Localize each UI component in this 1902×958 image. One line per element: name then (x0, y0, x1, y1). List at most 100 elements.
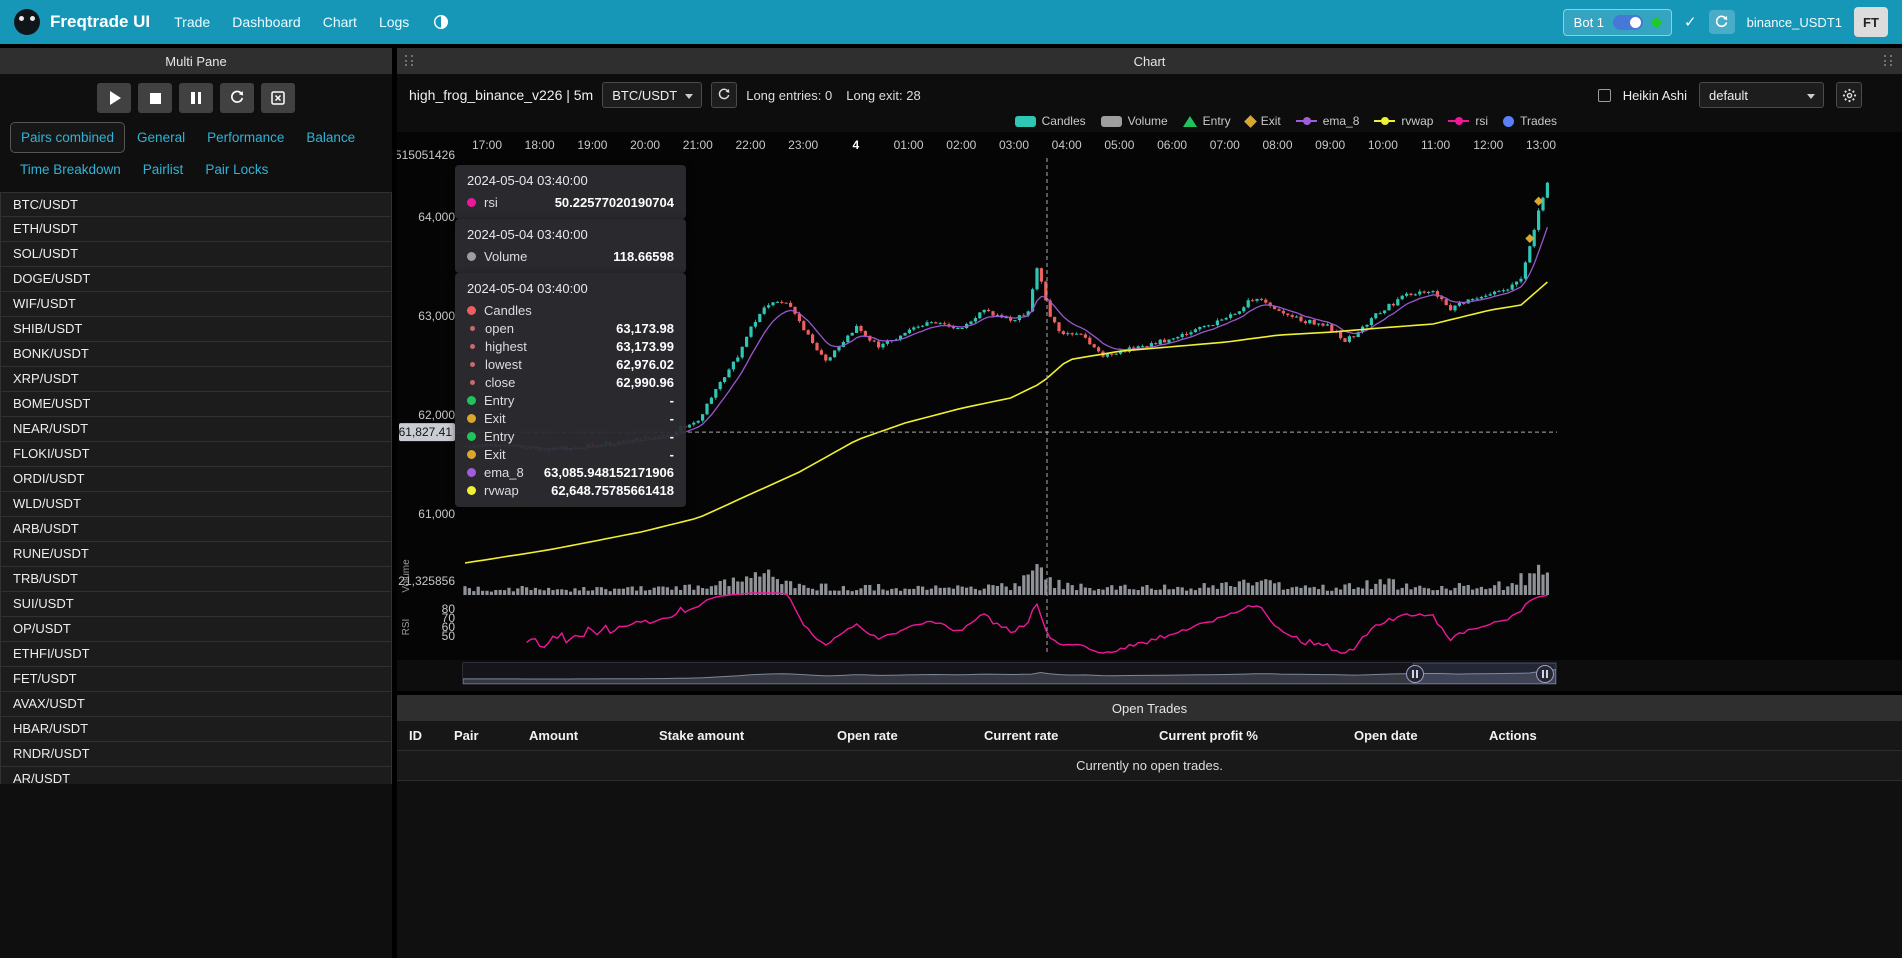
tab-general[interactable]: General (127, 123, 195, 152)
nav-link-dashboard[interactable]: Dashboard (232, 14, 301, 30)
tab-performance[interactable]: Performance (197, 123, 294, 152)
plot-settings-button[interactable] (1836, 82, 1862, 108)
avatar[interactable]: FT (1854, 7, 1888, 37)
svg-text:18:00: 18:00 (525, 138, 555, 152)
pair-row-op-usdt[interactable]: OP/USDT (0, 617, 392, 642)
check-icon[interactable]: ✓ (1684, 13, 1697, 31)
tab-pairs-combined[interactable]: Pairs combined (10, 122, 125, 153)
column-pair: Pair (454, 728, 529, 743)
pair-row-bome-usdt[interactable]: BOME/USDT (0, 392, 392, 417)
stop-button[interactable] (138, 83, 172, 113)
pair-row-rune-usdt[interactable]: RUNE/USDT (0, 542, 392, 567)
svg-text:03:00: 03:00 (999, 138, 1029, 152)
chart-canvas[interactable]: 17:0018:0019:0020:0021:0022:0023:00401:0… (397, 132, 1902, 660)
tab-time-breakdown[interactable]: Time Breakdown (10, 155, 131, 184)
nav-link-trade[interactable]: Trade (174, 14, 210, 30)
reload-icon (229, 90, 245, 106)
column-actions: Actions (1489, 728, 1902, 743)
svg-text:01:00: 01:00 (894, 138, 924, 152)
svg-text:21:00: 21:00 (683, 138, 713, 152)
legend-exit[interactable]: Exit (1246, 114, 1281, 128)
theme-toggle-icon[interactable] (433, 14, 449, 30)
chart-refresh-button[interactable] (711, 82, 737, 108)
svg-text:61,000: 61,000 (418, 507, 455, 521)
svg-text:13:00: 13:00 (1526, 138, 1556, 152)
legend-volume[interactable]: Volume (1101, 114, 1168, 128)
trades-swatch-icon (1503, 116, 1514, 127)
pair-row-shib-usdt[interactable]: SHIB/USDT (0, 317, 392, 342)
pair-row-floki-usdt[interactable]: FLOKI/USDT (0, 442, 392, 467)
nav-link-chart[interactable]: Chart (323, 14, 357, 30)
bot-toggle[interactable] (1613, 15, 1643, 30)
legend-trades[interactable]: Trades (1503, 114, 1557, 128)
pair-row-hbar-usdt[interactable]: HBAR/USDT (0, 717, 392, 742)
legend-label: Volume (1128, 114, 1168, 128)
pair-row-trb-usdt[interactable]: TRB/USDT (0, 567, 392, 592)
pair-row-fet-usdt[interactable]: FET/USDT (0, 667, 392, 692)
reload-button[interactable] (220, 83, 254, 113)
bot-selector[interactable]: Bot 1 (1563, 9, 1672, 36)
grip-icon[interactable] (405, 55, 415, 67)
pause-icon (191, 92, 201, 104)
ema-8-swatch-icon (1296, 120, 1317, 123)
datazoom-right-handle[interactable] (1536, 665, 1554, 683)
clear-trades-button[interactable] (261, 83, 295, 113)
pair-select[interactable]: BTC/USDT (602, 82, 702, 108)
pair-row-avax-usdt[interactable]: AVAX/USDT (0, 692, 392, 717)
legend-entry[interactable]: Entry (1183, 114, 1231, 128)
pair-row-eth-usdt[interactable]: ETH/USDT (0, 217, 392, 242)
pair-row-bonk-usdt[interactable]: BONK/USDT (0, 342, 392, 367)
pair-row-arb-usdt[interactable]: ARB/USDT (0, 517, 392, 542)
tab-pair-locks[interactable]: Pair Locks (195, 155, 278, 184)
tab-balance[interactable]: Balance (296, 123, 365, 152)
legend-candles[interactable]: Candles (1015, 114, 1086, 128)
legend-rsi[interactable]: rsi (1448, 114, 1488, 128)
svg-text:05:00: 05:00 (1104, 138, 1134, 152)
chart-title: Chart (1134, 54, 1166, 69)
open-trades-panel: Open Trades IDPairAmountStake amountOpen… (397, 695, 1902, 958)
plot-config-value: default (1709, 88, 1748, 103)
pause-button[interactable] (179, 83, 213, 113)
grip-icon[interactable] (1884, 55, 1894, 67)
long-entries-label: Long entries: 0 (746, 88, 832, 103)
pair-row-ethfi-usdt[interactable]: ETHFI/USDT (0, 642, 392, 667)
pair-row-doge-usdt[interactable]: DOGE/USDT (0, 267, 392, 292)
refresh-button[interactable] (1709, 10, 1735, 34)
heikin-ashi-label: Heikin Ashi (1623, 88, 1687, 103)
chart-panel-header: Chart (397, 48, 1902, 74)
pair-row-wif-usdt[interactable]: WIF/USDT (0, 292, 392, 317)
pair-row-ordi-usdt[interactable]: ORDI/USDT (0, 467, 392, 492)
volume-swatch-icon (1101, 116, 1122, 127)
svg-text:07:00: 07:00 (1210, 138, 1240, 152)
pair-row-btc-usdt[interactable]: BTC/USDT (0, 192, 392, 217)
legend-ema-8[interactable]: ema_8 (1296, 114, 1360, 128)
pair-row-ar-usdt[interactable]: AR/USDT (0, 767, 392, 784)
pair-row-near-usdt[interactable]: NEAR/USDT (0, 417, 392, 442)
svg-text:61,827.41: 61,827.41 (399, 425, 453, 439)
open-trades-header: Open Trades (397, 695, 1902, 721)
legend-label: Exit (1261, 114, 1281, 128)
multi-pane-panel: Multi Pane Pairs combinedGeneralPerforma… (0, 48, 392, 958)
chart-panel: Chart high_frog_binance_v226 | 5m BTC/US… (397, 48, 1902, 691)
column-current-rate: Current rate (984, 728, 1159, 743)
candles-swatch-icon (1015, 116, 1036, 127)
legend-label: Candles (1042, 114, 1086, 128)
pair-row-rndr-usdt[interactable]: RNDR/USDT (0, 742, 392, 767)
pair-row-xrp-usdt[interactable]: XRP/USDT (0, 367, 392, 392)
pair-row-sol-usdt[interactable]: SOL/USDT (0, 242, 392, 267)
svg-text:62,000: 62,000 (418, 408, 455, 422)
freqtrade-logo[interactable] (14, 9, 40, 35)
svg-text:09:00: 09:00 (1315, 138, 1345, 152)
datazoom-left-handle[interactable] (1406, 665, 1424, 683)
pair-row-wld-usdt[interactable]: WLD/USDT (0, 492, 392, 517)
legend-rvwap[interactable]: rvwap (1374, 114, 1433, 128)
datazoom-navigator[interactable] (462, 662, 1557, 685)
legend-label: Trades (1520, 114, 1557, 128)
plot-config-select[interactable]: default (1699, 82, 1824, 108)
tab-pairlist[interactable]: Pairlist (133, 155, 194, 184)
heikin-ashi-checkbox[interactable] (1598, 89, 1611, 102)
nav-link-logs[interactable]: Logs (379, 14, 409, 30)
play-button[interactable] (97, 83, 131, 113)
pair-row-sui-usdt[interactable]: SUI/USDT (0, 592, 392, 617)
column-stake-amount: Stake amount (659, 728, 837, 743)
